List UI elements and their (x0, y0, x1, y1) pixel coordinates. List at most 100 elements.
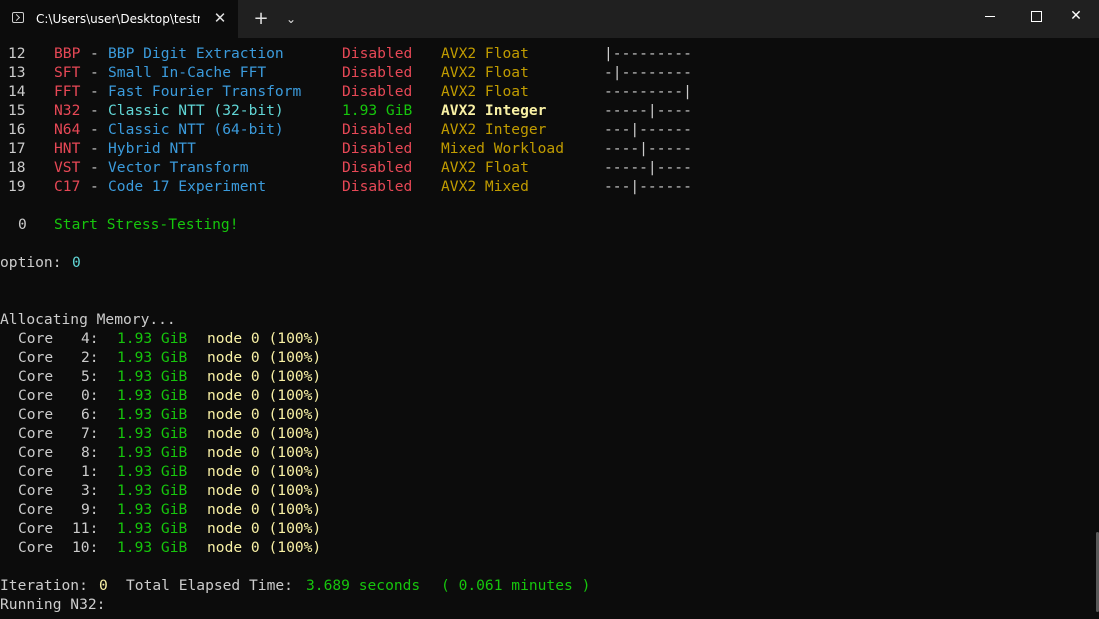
test-status: Disabled (342, 83, 413, 100)
core-size: 1.93 GiB (117, 349, 188, 366)
core-node: node 0 (100%) (207, 520, 322, 537)
test-kind: AVX2 Float (441, 159, 529, 176)
core-label: Core (18, 520, 54, 537)
start-option-row: 0 Start Stress-Testing! (0, 215, 239, 234)
option-prompt: option: 0 (0, 253, 81, 272)
iteration-value: 0 (99, 577, 108, 594)
test-meter: ---|------ (604, 178, 692, 195)
core-row: Core 7: 1.93 GiB node 0 (100%) (0, 424, 321, 443)
core-size: 1.93 GiB (117, 501, 188, 518)
minimize-button[interactable] (967, 0, 1013, 32)
test-dash: - (90, 140, 99, 157)
tab-close-icon[interactable]: ✕ (210, 8, 230, 28)
core-id: 3: (81, 482, 99, 499)
allocating-message: Allocating Memory... (0, 310, 176, 329)
core-id: 6: (81, 406, 99, 423)
test-row-selected: 15 N32 - Classic NTT (32-bit) 1.93 GiB A… (0, 101, 692, 120)
core-node: node 0 (100%) (207, 349, 322, 366)
core-id: 10: (72, 539, 99, 556)
core-size: 1.93 GiB (117, 330, 188, 347)
core-label: Core (18, 387, 54, 404)
core-label: Core (18, 444, 54, 461)
test-status: Disabled (342, 159, 413, 176)
core-id: 7: (81, 425, 99, 442)
core-label: Core (18, 482, 54, 499)
core-id: 2: (81, 349, 99, 366)
test-row: 13 SFT - Small In-Cache FFT Disabled AVX… (0, 63, 692, 82)
test-meter: -|-------- (604, 64, 692, 81)
test-row: 14 FFT - Fast Fourier Transform Disabled… (0, 82, 692, 101)
core-size: 1.93 GiB (117, 425, 188, 442)
core-node: node 0 (100%) (207, 482, 322, 499)
core-row: Core 0: 1.93 GiB node 0 (100%) (0, 386, 321, 405)
test-number: 15 (8, 102, 26, 119)
tab-dropdown-icon[interactable]: ⌄ (281, 8, 301, 30)
test-dash: - (90, 102, 99, 119)
core-id: 4: (81, 330, 99, 347)
test-code: FFT (54, 83, 81, 100)
test-kind: AVX2 Float (441, 45, 529, 62)
test-name: Hybrid NTT (108, 140, 196, 157)
test-kind: AVX2 Integer (441, 121, 547, 138)
core-node: node 0 (100%) (207, 387, 322, 404)
test-number: 19 (8, 178, 26, 195)
core-label: Core (18, 406, 54, 423)
core-id: 9: (81, 501, 99, 518)
terminal-window: C:\Users\user\Desktop\testme ✕ + ⌄ ✕ 12 … (0, 0, 1099, 619)
core-label: Core (18, 501, 54, 518)
running-text: Running N32: (0, 596, 106, 613)
core-row: Core 5: 1.93 GiB node 0 (100%) (0, 367, 321, 386)
start-label: Start Stress-Testing! (54, 216, 239, 233)
test-row: 17 HNT - Hybrid NTT Disabled Mixed Workl… (0, 139, 692, 158)
test-meter: ----|----- (604, 140, 692, 157)
test-meter: -----|---- (604, 102, 692, 119)
core-row: Core 6: 1.93 GiB node 0 (100%) (0, 405, 321, 424)
title-bar: C:\Users\user\Desktop\testme ✕ + ⌄ ✕ (0, 0, 1099, 38)
test-kind: AVX2 Mixed (441, 178, 529, 195)
test-name: Small In-Cache FFT (108, 64, 267, 81)
test-number: 16 (8, 121, 26, 138)
core-node: node 0 (100%) (207, 501, 322, 518)
test-dash: - (90, 121, 99, 138)
test-row: 19 C17 - Code 17 Experiment Disabled AVX… (0, 177, 692, 196)
test-number: 14 (8, 83, 26, 100)
core-node: node 0 (100%) (207, 330, 322, 347)
elapsed-label: Total Elapsed Time: (126, 577, 293, 594)
test-name: Vector Transform (108, 159, 249, 176)
tab-title: C:\Users\user\Desktop\testme (36, 12, 200, 26)
core-row: Core 9: 1.93 GiB node 0 (100%) (0, 500, 321, 519)
test-status: Disabled (342, 45, 413, 62)
test-name: Classic NTT (64-bit) (108, 121, 284, 138)
option-label: option: (0, 254, 62, 271)
tab-active[interactable]: C:\Users\user\Desktop\testme ✕ (0, 0, 238, 38)
test-code: BBP (54, 45, 81, 62)
core-id: 1: (81, 463, 99, 480)
test-code: SFT (54, 64, 81, 81)
test-code: VST (54, 159, 81, 176)
core-size: 1.93 GiB (117, 387, 188, 404)
test-kind: Mixed Workload (441, 140, 565, 157)
core-label: Core (18, 349, 54, 366)
iteration-line: Iteration: 0 Total Elapsed Time: 3.689 s… (0, 576, 590, 595)
core-row: Core 11: 1.93 GiB node 0 (100%) (0, 519, 321, 538)
start-number: 0 (18, 216, 27, 233)
minimize-icon (985, 15, 995, 17)
test-dash: - (90, 159, 99, 176)
new-tab-button[interactable]: + (250, 8, 272, 30)
iteration-label: Iteration: (0, 577, 88, 594)
terminal-output[interactable]: 12 BBP - BBP Digit Extraction Disabled A… (0, 44, 1099, 619)
core-size: 1.93 GiB (117, 539, 188, 556)
test-dash: - (90, 83, 99, 100)
test-status: Disabled (342, 121, 413, 138)
allocating-text: Allocating Memory... (0, 311, 176, 328)
core-label: Core (18, 463, 54, 480)
core-node: node 0 (100%) (207, 368, 322, 385)
core-node: node 0 (100%) (207, 463, 322, 480)
test-name: Classic NTT (32-bit) (108, 102, 284, 119)
test-dash: - (90, 64, 99, 81)
core-row: Core 1: 1.93 GiB node 0 (100%) (0, 462, 321, 481)
core-node: node 0 (100%) (207, 539, 322, 556)
option-value: 0 (72, 254, 81, 271)
test-status: Disabled (342, 178, 413, 195)
close-window-button[interactable]: ✕ (1053, 0, 1099, 32)
